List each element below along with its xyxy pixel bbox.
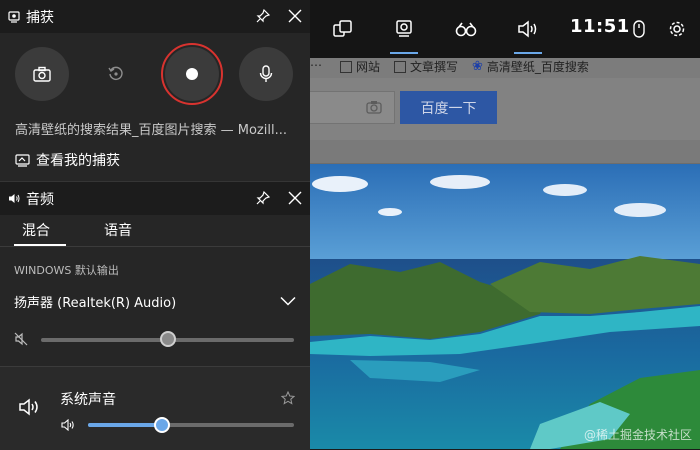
audio-panel-header[interactable]: 音频 xyxy=(0,182,310,215)
gallery-icon xyxy=(15,153,30,167)
active-tab-indicator xyxy=(14,244,66,246)
settings-button[interactable] xyxy=(664,0,690,58)
capture-panel: 捕获 高清壁纸的搜索结果_百度图片搜索 — Mozill... 查看我的捕获 xyxy=(0,0,310,181)
app-volume-row: 系统声音 xyxy=(0,367,310,450)
search-area: 百度一下 xyxy=(310,78,700,140)
speaker-small-icon[interactable] xyxy=(61,419,75,431)
close-button[interactable] xyxy=(283,186,307,210)
left-widgets: 捕获 高清壁纸的搜索结果_百度图片搜索 — Mozill... 查看我的捕获 音… xyxy=(0,0,310,450)
mouse-icon xyxy=(633,20,645,38)
start-recording-button[interactable] xyxy=(165,47,219,101)
watermark: @稀土掘金技术社区 xyxy=(583,428,692,442)
pin-button[interactable] xyxy=(251,4,275,28)
binoculars-icon xyxy=(455,22,477,37)
camera-search-icon[interactable] xyxy=(366,100,382,114)
bookmark-label: 高清壁纸_百度搜索 xyxy=(486,60,589,74)
capture-widget-icon xyxy=(396,20,412,37)
chevron-down-icon xyxy=(280,296,296,306)
active-indicator xyxy=(514,52,542,54)
capture-widget-icon xyxy=(8,10,20,23)
speaker-icon xyxy=(9,194,20,203)
speaker-muted-icon[interactable] xyxy=(14,332,28,346)
capture-buttons xyxy=(0,33,310,115)
folder-icon xyxy=(394,60,406,73)
microphone-icon xyxy=(259,65,273,82)
view-captures-label: 查看我的捕获 xyxy=(36,153,120,169)
baidu-paw-icon: ❀ xyxy=(472,59,483,74)
pin-icon xyxy=(256,191,270,205)
app-volume-fill xyxy=(88,423,163,427)
view-captures-link[interactable]: 查看我的捕获 xyxy=(15,150,120,170)
widget-menu-button[interactable] xyxy=(328,0,358,58)
output-device-dropdown[interactable]: 扬声器 (Realtek(R) Audio) xyxy=(14,288,296,314)
output-device-name: 扬声器 (Realtek(R) Audio) xyxy=(14,295,177,311)
master-volume-thumb[interactable] xyxy=(159,331,176,347)
bookmark-item-cut[interactable]: ⋯ xyxy=(310,58,322,72)
bookmark-label: 网站 xyxy=(356,60,381,74)
game-bar-top-strip: 11:51 xyxy=(310,0,700,58)
folder-icon xyxy=(340,60,352,73)
pin-button[interactable] xyxy=(251,186,275,210)
capture-title: 捕获 xyxy=(26,9,54,26)
audio-tabs: 混合 语音 xyxy=(0,215,310,247)
close-icon xyxy=(288,191,302,205)
system-sounds-icon xyxy=(19,398,38,416)
speaker-icon xyxy=(518,20,537,38)
bookmark-item-articles[interactable]: 文章撰写 xyxy=(394,58,458,75)
capture-widget-button[interactable] xyxy=(386,0,422,58)
bookmark-label: 文章撰写 xyxy=(410,60,459,74)
search-input[interactable] xyxy=(310,91,395,124)
page-band xyxy=(310,140,700,164)
capture-source-title: 高清壁纸的搜索结果_百度图片搜索 — Mozill... xyxy=(15,123,287,138)
search-button[interactable]: 百度一下 xyxy=(400,91,497,124)
gear-icon xyxy=(669,21,685,37)
output-section-label: WINDOWS 默认输出 xyxy=(14,264,119,277)
widget-menu-icon xyxy=(333,20,352,37)
replay-icon xyxy=(108,66,123,80)
mouse-settings-button[interactable] xyxy=(628,0,650,58)
audio-widget-button[interactable] xyxy=(510,0,546,58)
pin-icon xyxy=(256,9,270,23)
master-volume-row xyxy=(14,329,296,351)
clock: 11:51 xyxy=(570,16,630,37)
audio-panel: 音频 混合 语音 WINDOWS 默认输出 扬声器 (Realtek(R) Au… xyxy=(0,181,310,450)
close-icon xyxy=(288,9,302,23)
star-icon[interactable] xyxy=(281,391,295,405)
bookmarks-bar: ⋯ 网站 文章撰写 ❀ 高清壁纸_百度搜索 xyxy=(310,56,700,78)
performance-widget-button[interactable] xyxy=(448,0,484,58)
tab-mix[interactable]: 混合 xyxy=(22,220,50,240)
close-button[interactable] xyxy=(283,4,307,28)
capture-panel-header[interactable]: 捕获 xyxy=(0,0,310,33)
wallpaper-image xyxy=(310,164,700,449)
microphone-button[interactable] xyxy=(239,47,293,101)
record-dot-icon xyxy=(186,68,198,80)
bookmark-item-site[interactable]: 网站 xyxy=(340,58,380,75)
active-indicator xyxy=(390,52,418,54)
tab-voice[interactable]: 语音 xyxy=(104,220,132,240)
audio-title: 音频 xyxy=(26,191,54,208)
camera-icon xyxy=(33,66,51,82)
record-last-30s-button[interactable] xyxy=(89,47,143,101)
app-volume-thumb[interactable] xyxy=(154,417,171,433)
bookmark-item-wallpaper[interactable]: ❀ 高清壁纸_百度搜索 xyxy=(472,58,589,75)
background-browser-page: ⋯ 网站 文章撰写 ❀ 高清壁纸_百度搜索 百度一下 @稀土掘金技术社区 xyxy=(310,0,700,449)
screenshot-button[interactable] xyxy=(15,47,69,101)
app-name: 系统声音 xyxy=(60,392,116,408)
